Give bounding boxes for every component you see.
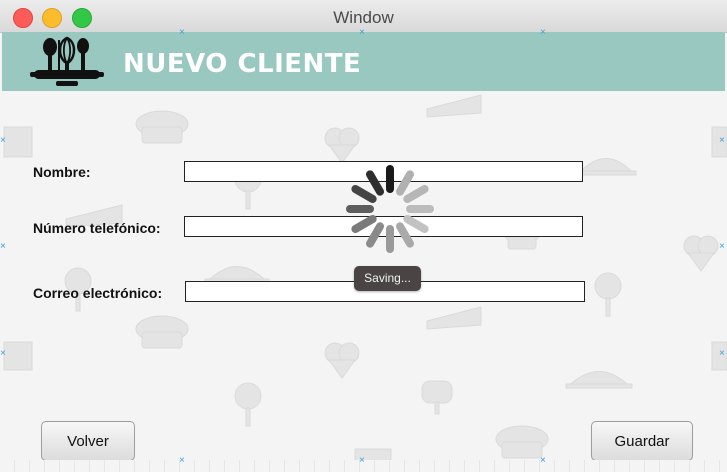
layout-marker: × (359, 27, 365, 38)
cupcake-icon (135, 110, 189, 144)
layout-marker: × (540, 27, 546, 38)
window-title: Window (333, 8, 394, 27)
cupcake-icon (495, 425, 549, 459)
layout-marker: × (719, 348, 725, 359)
layout-marker: × (540, 455, 546, 466)
bakery-utensils-icon (30, 36, 104, 86)
back-button[interactable]: Volver (41, 421, 135, 461)
header-banner: NUEVO CLIENTE (2, 32, 725, 91)
layout-marker: × (0, 135, 6, 146)
loading-spinner-icon (346, 165, 434, 253)
name-label: Nombre: (33, 164, 91, 180)
page-title: NUEVO CLIENTE (123, 49, 362, 79)
layout-marker: × (359, 455, 365, 466)
saving-status-badge: Saving... (354, 266, 421, 291)
phone-label: Número telefónico: (33, 220, 161, 236)
layout-marker: × (179, 455, 185, 466)
layout-marker: × (719, 241, 725, 252)
layout-marker: × (179, 27, 185, 38)
app-window: Window NUEVO CLIENTE Nombre: Número tele… (0, 0, 727, 472)
email-label: Correo electrónico: (33, 285, 163, 301)
layout-marker: × (719, 135, 725, 146)
layout-marker: × (0, 241, 6, 252)
save-button[interactable]: Guardar (591, 421, 693, 461)
layout-marker: × (0, 348, 6, 359)
cupcake-icon (135, 315, 189, 349)
